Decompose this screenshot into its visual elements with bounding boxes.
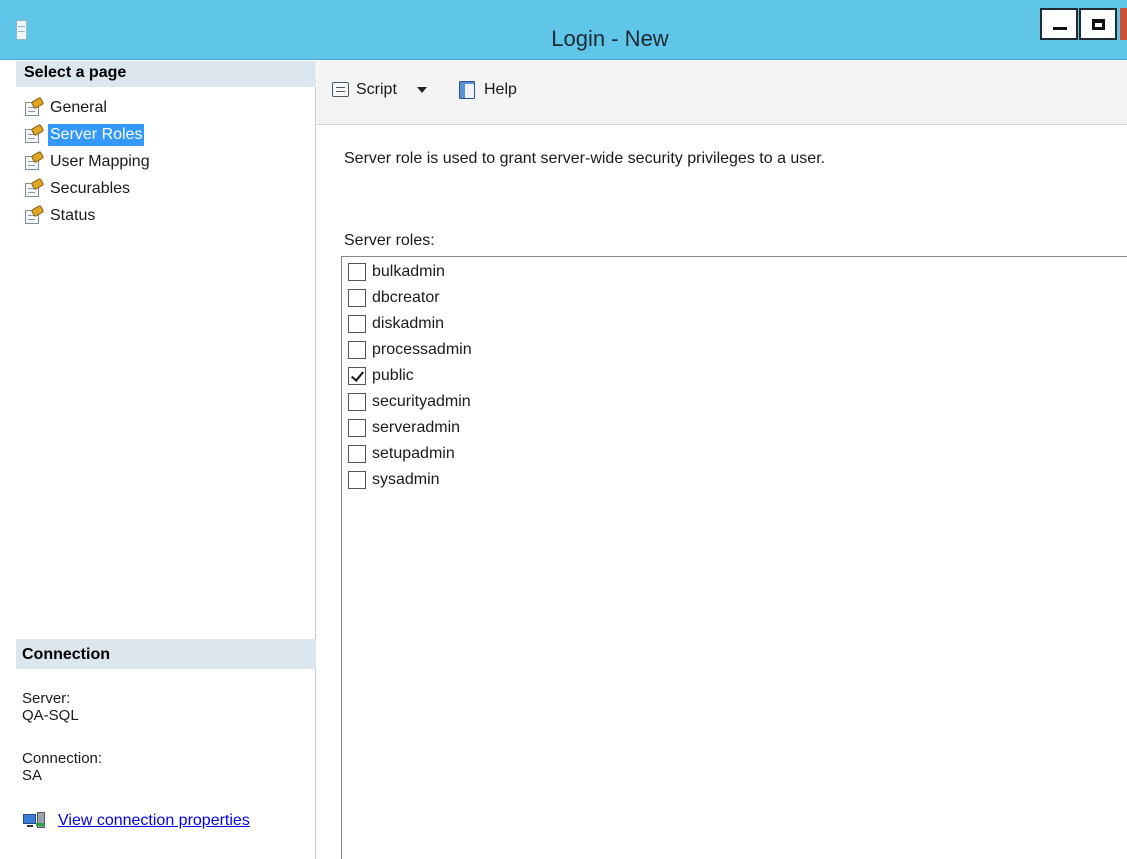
link-label[interactable]: View connection properties (58, 812, 250, 830)
role-checkbox[interactable] (348, 263, 366, 281)
select-page-header: Select a page (16, 61, 316, 87)
role-checkbox[interactable] (348, 445, 366, 463)
role-checkbox[interactable] (348, 367, 366, 385)
server-roles-list[interactable]: bulkadmin dbcreator diskadmin processadm… (341, 256, 1127, 859)
connection-label: Connection: (22, 750, 103, 767)
role-label: serveradmin (372, 419, 461, 436)
page-label: Server Roles (48, 124, 145, 146)
app-icon[interactable] (16, 20, 27, 40)
role-item-dbcreator[interactable]: dbcreator (348, 285, 440, 311)
role-checkbox[interactable] (348, 315, 366, 333)
help-button[interactable]: Help (457, 77, 517, 103)
page-properties-icon (24, 177, 45, 198)
page-item-server-roles[interactable]: Server Roles (24, 123, 145, 147)
role-label: bulkadmin (372, 263, 445, 280)
role-item-sysadmin[interactable]: sysadmin (348, 467, 440, 493)
page-item-status[interactable]: Status (24, 204, 97, 228)
script-button[interactable]: Script (330, 77, 427, 103)
page-properties-icon (24, 96, 45, 117)
page-description: Server role is used to grant server-wide… (344, 150, 826, 167)
chevron-down-icon[interactable] (416, 87, 427, 93)
role-label: processadmin (372, 341, 472, 358)
role-label: public (372, 367, 414, 384)
minimize-button[interactable] (1040, 8, 1078, 40)
toolbar: Script Help (317, 61, 1127, 125)
maximize-icon (1092, 19, 1105, 30)
server-label: Server: (22, 690, 71, 707)
maximize-button[interactable] (1079, 8, 1117, 40)
role-label: dbcreator (372, 289, 440, 306)
role-label: diskadmin (372, 315, 445, 332)
help-icon (457, 79, 479, 101)
help-label: Help (484, 81, 517, 98)
page-item-securables[interactable]: Securables (24, 177, 132, 201)
role-item-public[interactable]: public (348, 363, 414, 389)
role-item-bulkadmin[interactable]: bulkadmin (348, 259, 445, 285)
page-properties-icon (24, 204, 45, 225)
role-item-serveradmin[interactable]: serveradmin (348, 415, 460, 441)
role-checkbox[interactable] (348, 393, 366, 411)
role-checkbox[interactable] (348, 341, 366, 359)
role-checkbox[interactable] (348, 419, 366, 437)
connection-properties-icon (22, 811, 48, 831)
role-checkbox[interactable] (348, 289, 366, 307)
role-item-securityadmin[interactable]: securityadmin (348, 389, 471, 415)
server-value: QA-SQL (22, 707, 79, 724)
page-label: General (50, 99, 107, 116)
role-item-processadmin[interactable]: processadmin (348, 337, 472, 363)
minimize-icon (1053, 27, 1067, 30)
role-label: sysadmin (372, 471, 440, 488)
role-item-diskadmin[interactable]: diskadmin (348, 311, 444, 337)
connection-header: Connection (16, 639, 316, 669)
page-item-general[interactable]: General (24, 96, 109, 120)
connection-value: SA (22, 767, 43, 784)
left-pane: Select a page General Server Roles User … (16, 61, 316, 859)
server-roles-label: Server roles: (344, 232, 435, 249)
view-connection-properties-link[interactable]: View connection properties (22, 811, 250, 831)
page-item-user-mapping[interactable]: User Mapping (24, 150, 152, 174)
close-button[interactable] (1120, 8, 1127, 40)
window-title: Login - New (551, 26, 669, 51)
role-label: securityadmin (372, 393, 471, 410)
page-properties-icon (24, 123, 45, 144)
page-label: User Mapping (50, 153, 150, 170)
title-bar[interactable]: Login - New (0, 0, 1127, 60)
page-label: Status (50, 207, 96, 224)
script-label: Script (356, 81, 397, 98)
role-label: setupadmin (372, 445, 455, 462)
role-checkbox[interactable] (348, 471, 366, 489)
role-item-setupadmin[interactable]: setupadmin (348, 441, 455, 467)
page-properties-icon (24, 150, 45, 171)
page-label: Securables (50, 180, 131, 197)
script-icon (330, 79, 352, 101)
